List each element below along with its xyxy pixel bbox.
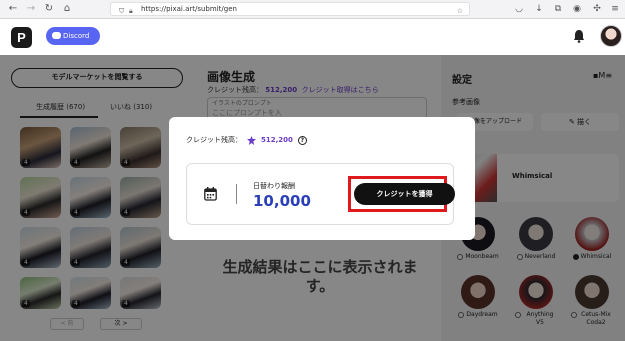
calendar-icon — [204, 187, 217, 201]
url-text: https://pixai.art/submit/gen — [141, 5, 237, 13]
modal-credit-label: クレジット残高： — [186, 136, 242, 144]
discord-button[interactable]: Discord — [46, 27, 100, 45]
bookmark-star-icon[interactable]: ☆ — [457, 5, 463, 17]
extension-puzzle-icon[interactable]: ✣ — [590, 2, 604, 16]
daily-reward-label: 日替わり報酬 — [253, 182, 295, 190]
user-avatar[interactable] — [600, 25, 622, 47]
app-header: P Discord — [0, 19, 625, 55]
lock-icon: 🔒︎ — [129, 7, 133, 15]
pixai-logo[interactable]: P — [11, 27, 32, 48]
help-icon[interactable]: ? — [297, 135, 307, 145]
daily-reward-card: 日替わり報酬 10,000 クレジットを獲得 — [186, 163, 455, 225]
discord-icon — [52, 32, 61, 39]
shield-icon: ⛉ — [119, 7, 125, 15]
divider — [236, 184, 237, 204]
back-icon[interactable]: ← — [6, 2, 20, 16]
browser-toolbar: ← → ↻ ⌂ ⛉ 🔒︎ https://pixai.art/submit/ge… — [0, 0, 625, 19]
home-icon[interactable]: ⌂ — [60, 2, 74, 16]
discord-label: Discord — [63, 32, 90, 40]
get-credit-button[interactable]: クレジットを獲得 — [354, 183, 455, 205]
daily-reward-value: 10,000 — [253, 192, 311, 210]
menu-icon[interactable]: ≡ — [608, 2, 622, 16]
modal-credit-value: 512,200 — [261, 136, 293, 144]
pocket-icon[interactable]: ◡ — [512, 2, 526, 16]
extensions-icon[interactable]: ⧉ — [551, 2, 565, 16]
reload-icon[interactable]: ↻ — [42, 2, 56, 16]
forward-icon[interactable]: → — [24, 2, 38, 16]
url-bar[interactable]: ⛉ 🔒︎ https://pixai.art/submit/gen ☆ — [110, 2, 470, 16]
bell-icon[interactable] — [573, 29, 585, 43]
downloads-icon[interactable]: ↓ — [532, 2, 546, 16]
credit-gem-icon — [247, 135, 256, 145]
credit-modal: クレジット残高： 512,200 ? 日替わり報酬 10,000 クレジットを獲… — [169, 117, 475, 240]
modal-credit-row: クレジット残高： 512,200 ? — [186, 135, 307, 145]
account-icon[interactable]: ◉ — [570, 2, 584, 16]
